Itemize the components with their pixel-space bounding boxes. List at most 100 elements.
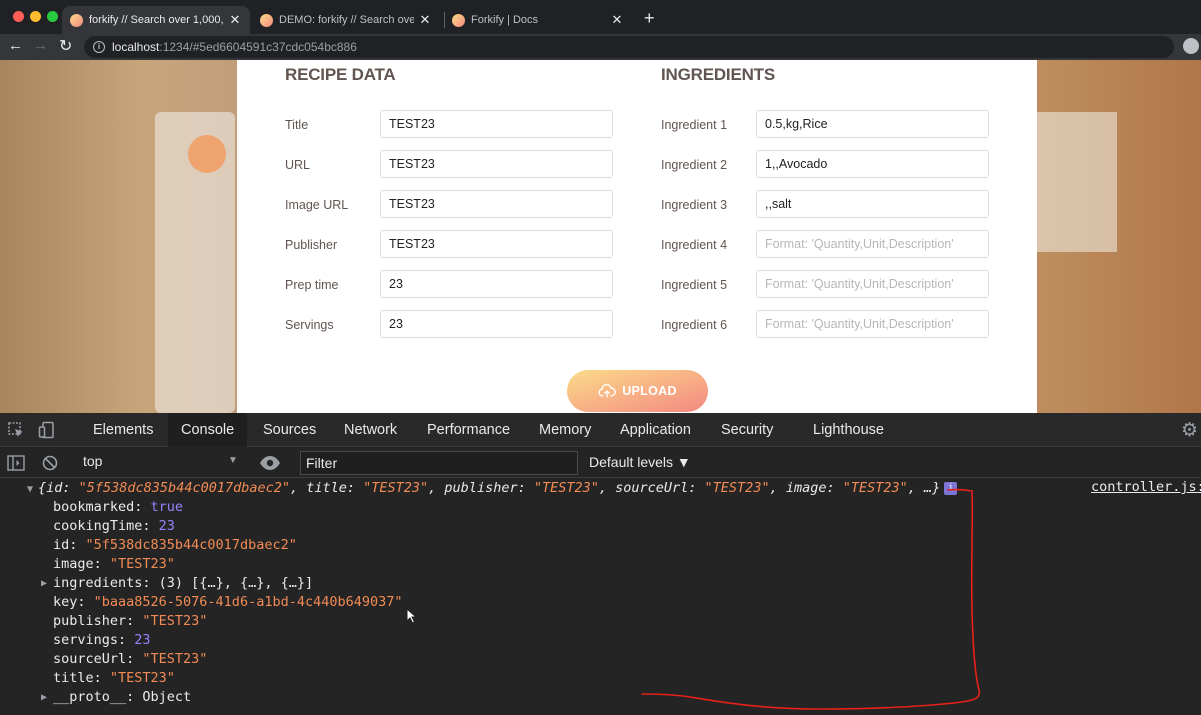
console-property-row: key: "baaa8526-5076-41d6-a1bd-4c440b6490…	[53, 593, 403, 612]
publisher-input[interactable]	[380, 230, 613, 258]
recipe-data-heading: Recipe data	[285, 65, 396, 84]
background-panel-blurred	[1037, 112, 1117, 252]
console-filter-input[interactable]	[300, 451, 578, 475]
forward-arrow-icon[interactable]: →	[33, 37, 48, 54]
browser-tab-demo[interactable]: DEMO: forkify // Search over 1, ✕	[252, 6, 440, 34]
ingredient-1-input[interactable]	[756, 110, 989, 138]
context-dropdown-icon[interactable]: ▼	[228, 455, 238, 466]
collapse-triangle-icon[interactable]: ▼	[27, 484, 33, 495]
tab-lighthouse[interactable]: Lighthouse	[800, 413, 897, 447]
tab-close-icon[interactable]: ✕	[418, 12, 432, 28]
log-levels-dropdown[interactable]: Default levels ▼	[589, 454, 691, 470]
ingredient-3-input[interactable]	[756, 190, 989, 218]
ingredient-6-label: Ingredient 6	[661, 318, 728, 332]
summary-value: "TEST23"	[842, 480, 908, 496]
execution-context-select[interactable]: top	[83, 453, 102, 469]
ingredient-2-input[interactable]	[756, 150, 989, 178]
console-source-link[interactable]: controller.js:	[1091, 479, 1201, 495]
device-toolbar-icon[interactable]	[38, 421, 56, 439]
ingredient-5-label: Ingredient 5	[661, 278, 728, 292]
tab-title: forkify // Search over 1,000,000	[89, 14, 224, 26]
tab-network[interactable]: Network	[331, 413, 410, 447]
summary-tail: , …}	[907, 480, 941, 496]
console-property-row[interactable]: ingredients: (3) [{…}, {…}, {…}]	[53, 574, 313, 593]
tab-memory[interactable]: Memory	[526, 413, 604, 447]
property-key: __proto__:	[53, 689, 143, 705]
address-bar[interactable]: i localhost:1234/#5ed6604591c37cdc054bc8…	[84, 36, 1174, 58]
tab-title: DEMO: forkify // Search over 1,	[279, 14, 414, 26]
title-label: Title	[285, 118, 309, 132]
ingredient-3-label: Ingredient 3	[661, 198, 728, 212]
expand-triangle-icon[interactable]: ▶	[41, 578, 47, 589]
property-key: ingredients:	[53, 575, 159, 591]
minimize-window-button[interactable]	[30, 11, 41, 22]
forkify-favicon	[260, 13, 273, 27]
reload-icon[interactable]: ↻	[59, 36, 72, 56]
summary-key: id:	[46, 480, 79, 496]
image-url-input[interactable]	[380, 190, 613, 218]
summary-value: "5f538dc835b44c0017dbaec2"	[78, 480, 290, 496]
console-property-row: servings: 23	[53, 631, 151, 650]
tab-console[interactable]: Console	[168, 413, 248, 447]
tab-security[interactable]: Security	[708, 413, 786, 447]
site-info-icon[interactable]: i	[93, 41, 105, 53]
publisher-label: Publisher	[285, 238, 338, 252]
summary-value: "TEST23"	[363, 480, 429, 496]
prep-time-input[interactable]	[380, 270, 613, 298]
console-object-summary[interactable]: {id: "5f538dc835b44c0017dbaec2", title: …	[38, 479, 958, 498]
tab-application[interactable]: Application	[607, 413, 704, 447]
property-key: id:	[53, 537, 86, 553]
tab-elements[interactable]: Elements	[80, 413, 166, 447]
property-value: "TEST23"	[142, 613, 208, 629]
summary-key: , title:	[289, 480, 364, 496]
tab-performance[interactable]: Performance	[414, 413, 523, 447]
tab-sources[interactable]: Sources	[250, 413, 329, 447]
browser-tab-forkify[interactable]: forkify // Search over 1,000,000 ✕	[62, 6, 250, 34]
property-key: sourceUrl:	[53, 651, 143, 667]
console-property-row[interactable]: __proto__: Object	[53, 688, 191, 707]
title-input[interactable]	[380, 110, 613, 138]
zoom-window-button[interactable]	[47, 11, 58, 22]
servings-input[interactable]	[380, 310, 613, 338]
console-output: controller.js: ▼ {id: "5f538dc835b44c001…	[0, 479, 1201, 715]
object-info-icon[interactable]: i	[944, 481, 958, 495]
property-key: key:	[53, 594, 94, 610]
browser-tab-docs[interactable]: Forkify | Docs ✕	[444, 6, 632, 34]
upload-button-label: UPLOAD	[622, 384, 677, 398]
inspect-element-icon[interactable]	[7, 421, 25, 439]
clear-console-icon[interactable]	[42, 455, 58, 471]
console-filter-bar: top ▼ Default levels ▼	[0, 448, 1201, 478]
close-window-button[interactable]	[13, 11, 24, 22]
browser-tab-bar: forkify // Search over 1,000,000 ✕ DEMO:…	[0, 0, 1201, 34]
profile-avatar-icon[interactable]	[1183, 38, 1199, 54]
devtools-panel: Elements Console Sources Network Perform…	[0, 413, 1201, 715]
url-label: URL	[285, 158, 311, 172]
url-host: localhost	[112, 40, 160, 54]
url-input[interactable]	[380, 150, 613, 178]
ingredient-4-input[interactable]	[756, 230, 989, 258]
summary-key: , sourceUrl:	[598, 480, 705, 496]
tab-close-icon[interactable]: ✕	[610, 12, 624, 28]
browser-toolbar: ← → ↻ i localhost:1234/#5ed6604591c37cdc…	[0, 34, 1201, 60]
property-value: "baaa8526-5076-41d6-a1bd-4c440b649037"	[93, 594, 403, 610]
settings-gear-icon[interactable]: ⚙	[1181, 419, 1198, 442]
ingredient-5-input[interactable]	[756, 270, 989, 298]
devtools-tab-bar: Elements Console Sources Network Perform…	[0, 413, 1201, 447]
console-property-row: title: "TEST23"	[53, 669, 175, 688]
summary-value: "TEST23"	[533, 480, 599, 496]
upload-button[interactable]: UPLOAD	[567, 370, 708, 412]
show-sidebar-icon[interactable]	[7, 455, 25, 471]
console-property-row: cookingTime: 23	[53, 517, 175, 536]
ingredient-2-label: Ingredient 2	[661, 158, 728, 172]
tab-close-icon[interactable]: ✕	[228, 12, 242, 28]
new-tab-icon[interactable]: +	[644, 8, 655, 29]
property-key: bookmarked:	[53, 499, 151, 515]
console-property-row: id: "5f538dc835b44c0017dbaec2"	[53, 536, 297, 555]
property-value: 23	[158, 518, 175, 534]
ingredient-6-input[interactable]	[756, 310, 989, 338]
expand-triangle-icon[interactable]: ▶	[41, 692, 47, 703]
summary-key: , image:	[769, 480, 843, 496]
back-arrow-icon[interactable]: ←	[8, 37, 23, 54]
console-property-row: sourceUrl: "TEST23"	[53, 650, 207, 669]
live-expression-eye-icon[interactable]	[259, 455, 281, 471]
